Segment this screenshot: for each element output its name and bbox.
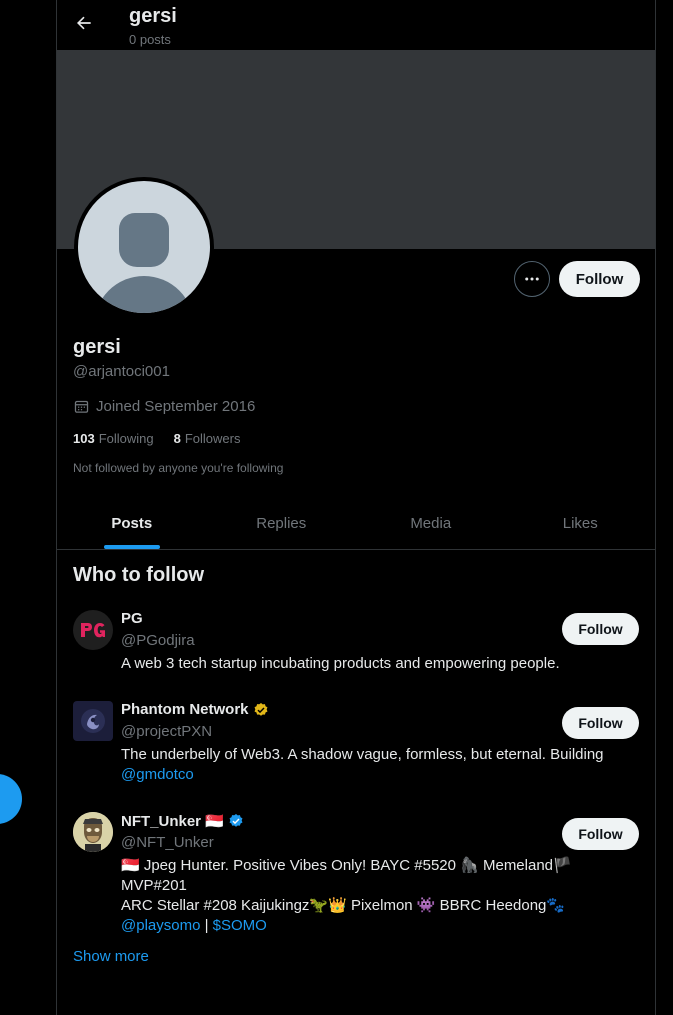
suggestion-handle: @NFT_Unker <box>121 834 214 851</box>
suggestion-follow-button[interactable]: Follow <box>562 613 639 645</box>
ape-avatar-icon <box>73 812 113 852</box>
calendar-icon <box>74 400 89 413</box>
pg-avatar[interactable] <box>73 610 113 650</box>
phantom-logo-icon <box>81 709 105 733</box>
phantom-avatar[interactable] <box>73 701 113 741</box>
suggestion-item[interactable]: PG @PGodjira Follow A web 3 tech startup… <box>73 610 639 672</box>
suggestion-bio: 🇸🇬 Jpeg Hunter. Positive Vibes Only! BAY… <box>121 857 572 934</box>
suggestion-name[interactable]: NFT_Unker 🇸🇬 <box>121 812 244 830</box>
bio-cashtag-link[interactable]: $SOMO <box>213 917 267 934</box>
profile-handle: @arjantoci001 <box>73 363 170 380</box>
back-button[interactable] <box>71 10 97 36</box>
tab-replies[interactable]: Replies <box>207 497 357 549</box>
default-avatar-icon <box>78 181 210 313</box>
suggestion-follow-button[interactable]: Follow <box>562 818 639 850</box>
suggestion-handle: @projectPXN <box>121 723 213 740</box>
suggestion-name[interactable]: Phantom Network <box>121 701 269 718</box>
active-tab-indicator <box>103 545 160 549</box>
joined-text: Joined September 2016 <box>96 398 256 415</box>
nft-unker-avatar[interactable] <box>73 812 113 852</box>
blue-verified-badge-icon <box>229 814 243 827</box>
more-dots-icon <box>525 277 539 281</box>
who-to-follow-title: Who to follow <box>73 564 205 586</box>
arrow-left-icon <box>77 16 91 30</box>
followers-link[interactable]: 8 Followers <box>174 431 241 446</box>
suggestion-item[interactable]: Phantom Network @projectPXN Follow The u… <box>73 701 639 791</box>
suggestion-bio: The underbelly of Web3. A shadow vague, … <box>121 746 604 783</box>
suggestion-item[interactable]: NFT_Unker 🇸🇬 @NFT_Unker Follow 🇸🇬 Jpeg H… <box>73 812 639 934</box>
tab-media[interactable]: Media <box>356 497 506 549</box>
side-compose-button[interactable] <box>0 774 22 824</box>
suggestion-name[interactable]: PG <box>121 610 143 627</box>
suggestion-bio: A web 3 tech startup incubating products… <box>121 655 560 672</box>
suggestion-handle: @PGodjira <box>121 632 195 649</box>
joined-date: Joined September 2016 <box>73 398 255 415</box>
bio-mention-link[interactable]: @playsomo <box>121 917 200 934</box>
profile-name: gersi <box>73 336 121 358</box>
profile-avatar[interactable] <box>74 177 214 317</box>
not-followed-note: Not followed by anyone you're following <box>73 461 284 475</box>
following-link[interactable]: 103 Following <box>73 431 154 446</box>
follow-button[interactable]: Follow <box>559 261 640 297</box>
profile-stats: 103 Following 8 Followers <box>73 431 240 446</box>
pg-logo-icon <box>81 623 105 638</box>
tab-posts[interactable]: Posts <box>57 497 207 549</box>
suggestion-follow-button[interactable]: Follow <box>562 707 639 739</box>
more-options-button[interactable] <box>514 261 550 297</box>
header-post-count: 0 posts <box>129 32 171 47</box>
gold-verified-badge-icon <box>254 702 267 716</box>
profile-tabs: Posts Replies Media Likes <box>57 497 655 550</box>
show-more-link[interactable]: Show more <box>73 948 149 965</box>
bio-mention-link[interactable]: @gmdotco <box>121 766 194 783</box>
tab-likes[interactable]: Likes <box>506 497 656 549</box>
header-title: gersi <box>129 5 177 27</box>
profile-header: gersi 0 posts <box>57 0 655 50</box>
profile-column: gersi 0 posts Follow gersi @arjantoci001… <box>56 0 656 1015</box>
